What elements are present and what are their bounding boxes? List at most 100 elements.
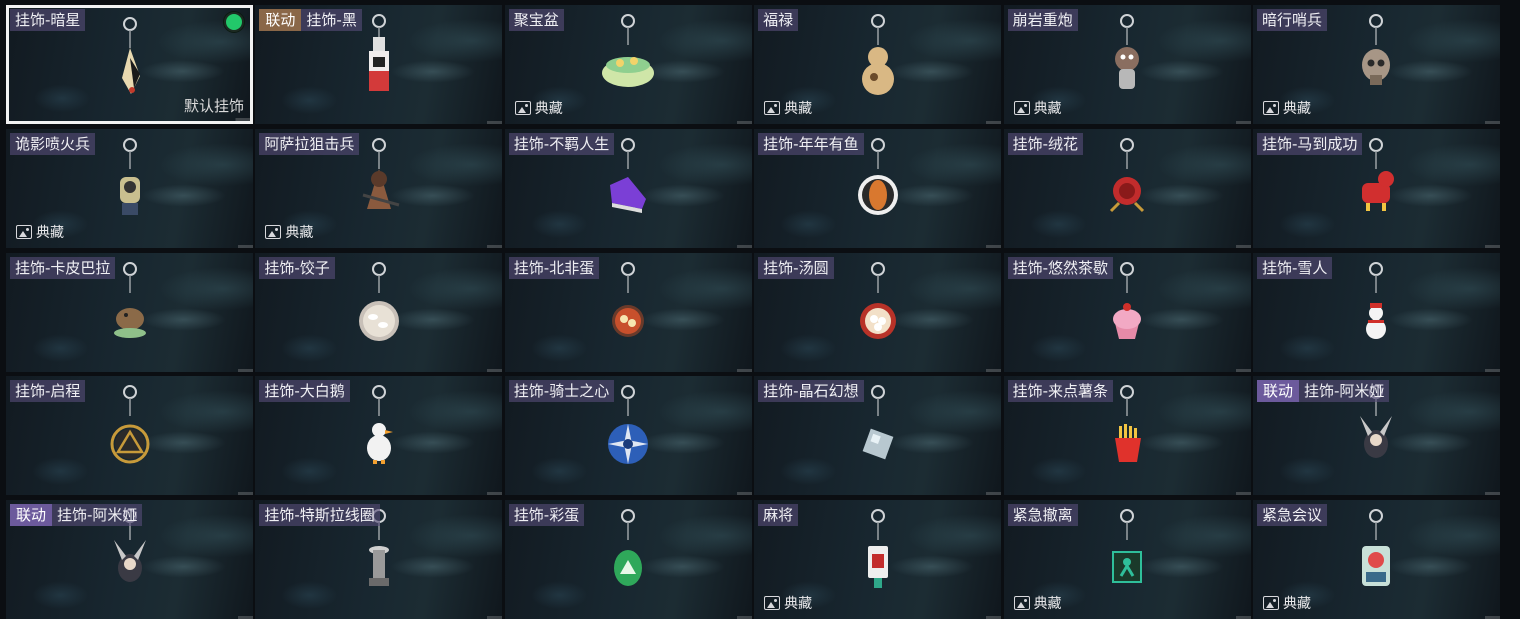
charm-card[interactable]: 紧急会议典藏 (1252, 500, 1500, 619)
collection-badge: 典藏 (1262, 98, 1311, 118)
charm-card[interactable]: 挂饰-雪人 (1252, 252, 1500, 372)
emergency-meeting-charm (1346, 509, 1406, 610)
charm-title: 挂饰-骑士之心 (508, 380, 615, 403)
collection-badge: 典藏 (265, 222, 313, 242)
rock-gunner-charm (1097, 14, 1157, 115)
image-icon (265, 224, 282, 239)
charm-card[interactable]: 挂饰-饺子 (255, 252, 503, 372)
charm-card[interactable]: 挂饰-骑士之心 (504, 376, 752, 496)
charm-name: 挂饰-大白鹅 (259, 380, 350, 403)
rose-charm (1097, 137, 1157, 239)
charm-card[interactable]: 聚宝盆 典藏 (504, 5, 752, 124)
collection-label: 典藏 (36, 224, 64, 241)
charm-title: 挂饰-悠然茶歇 (1007, 256, 1113, 279)
charm-name: 挂饰-彩蛋 (508, 504, 585, 527)
charm-title: 挂饰-马到成功 (1256, 132, 1363, 155)
charm-name: 挂饰-雪人 (1256, 256, 1333, 279)
charm-title: 聚宝盆 (508, 9, 564, 31)
charm-name: 麻将 (758, 504, 799, 527)
charm-title: 挂饰-来点薯条 (1007, 380, 1113, 403)
charm-title: 挂饰-启程 (10, 380, 86, 403)
collection-label: 典藏 (1033, 596, 1062, 613)
charm-card[interactable]: 联动 挂饰-阿米娅 (1252, 376, 1500, 496)
image-icon (1013, 101, 1030, 115)
flamethrower-charm (100, 137, 160, 239)
charm-name: 挂饰-饺子 (259, 256, 335, 279)
collection-badge: 典藏 (764, 593, 812, 613)
charm-title: 联动 挂饰-阿米娅 (1256, 380, 1390, 403)
charm-card[interactable]: 阿萨拉狙击兵典藏 (255, 128, 503, 248)
charm-card[interactable]: 崩岩重炮典藏 (1003, 5, 1251, 124)
charm-card[interactable]: 挂饰-来点薯条 (1003, 376, 1251, 496)
charm-name: 诡影喷火兵 (10, 132, 96, 155)
collection-label: 典藏 (784, 596, 813, 613)
charm-name: 暗行哨兵 (1256, 9, 1327, 31)
collab-badge: 联动 (10, 504, 53, 527)
collection-badge: 典藏 (1013, 98, 1062, 118)
charm-title: 挂饰-彩蛋 (508, 504, 585, 527)
charm-card[interactable]: 挂饰-汤圆 (754, 252, 1002, 372)
charm-card[interactable]: 紧急撤离典藏 (1003, 500, 1251, 619)
image-icon (1262, 101, 1279, 115)
equipped-indicator-icon (224, 12, 244, 32)
charm-card[interactable]: 联动 挂饰-黑 (255, 5, 503, 124)
image-icon (764, 101, 781, 115)
charm-card[interactable]: 挂饰-启程 (6, 376, 253, 496)
charm-name: 阿萨拉狙击兵 (259, 132, 360, 155)
charm-title: 诡影喷火兵 (10, 132, 96, 155)
evac-sign-charm (1097, 509, 1157, 610)
charm-name: 挂饰-来点薯条 (1007, 380, 1113, 403)
easter-egg-charm (598, 509, 658, 610)
default-charm-label: 默认挂饰 (183, 97, 244, 115)
charm-title: 挂饰-暗星 (10, 9, 86, 31)
charm-title: 暗行哨兵 (1256, 9, 1327, 31)
charm-card[interactable]: 挂饰-大白鹅 (255, 376, 503, 496)
collection-label: 典藏 (784, 101, 813, 117)
charm-title: 紧急撤离 (1007, 504, 1078, 527)
charm-name: 挂饰-启程 (10, 380, 86, 403)
charm-card[interactable]: 麻将典藏 (754, 500, 1002, 619)
charm-card[interactable]: 挂饰-不羁人生 (504, 128, 752, 248)
charm-title: 崩岩重炮 (1007, 9, 1078, 31)
charm-card[interactable]: 暗行哨兵典藏 (1252, 5, 1500, 124)
charm-title: 挂饰-北非蛋 (508, 256, 600, 279)
charm-card[interactable]: 挂饰-特斯拉线圈 (255, 500, 503, 619)
charm-name: 崩岩重炮 (1007, 9, 1078, 31)
charm-title: 紧急会议 (1256, 504, 1327, 527)
charm-name: 紧急撤离 (1007, 504, 1078, 527)
charm-card[interactable]: 挂饰-暗星默认挂饰 (6, 5, 253, 124)
collab-badge: 联动 (1256, 380, 1299, 403)
charm-name: 紧急会议 (1256, 504, 1327, 527)
tangyuan-charm (848, 261, 908, 363)
collection-badge: 典藏 (764, 98, 812, 118)
charm-title: 挂饰-大白鹅 (259, 380, 350, 403)
charm-card[interactable]: 挂饰-绒花 (1003, 128, 1251, 248)
charm-card[interactable]: 挂饰-晶石幻想 (754, 376, 1002, 496)
charm-card[interactable]: 挂饰-卡皮巴拉 (6, 252, 253, 372)
charm-grid: 挂饰-暗星 默认挂饰 联动 挂饰-黑 聚宝盆 典藏 福禄 典藏 崩岩重炮 典藏 暗行哨兵 典藏 诡影喷火… (6, 5, 1500, 619)
collection-badge: 典藏 (514, 98, 563, 118)
charm-card[interactable]: 诡影喷火兵 典藏 (6, 128, 253, 248)
charm-title: 挂饰-不羁人生 (508, 132, 615, 155)
charm-title: 福禄 (758, 9, 799, 31)
image-icon (764, 596, 781, 611)
collection-badge: 典藏 (1262, 593, 1311, 613)
collection-label: 典藏 (1282, 596, 1311, 613)
treasure-bowl-charm (598, 14, 658, 115)
charm-card[interactable]: 挂饰-马到成功 (1252, 128, 1500, 248)
charm-title: 挂饰-汤圆 (758, 256, 834, 279)
charm-card[interactable]: 福禄典藏 (754, 5, 1002, 124)
charm-name: 挂饰-汤圆 (758, 256, 834, 279)
collection-badge: 典藏 (16, 222, 64, 242)
charm-card[interactable]: 挂饰-北非蛋 (504, 252, 752, 372)
charm-name: 挂饰-阿米娅 (1298, 380, 1390, 403)
charm-title: 联动 挂饰-黑 (259, 9, 362, 31)
charm-card[interactable]: 挂饰-悠然茶歇 (1003, 252, 1251, 372)
dumpling-charm (349, 261, 409, 363)
collab-badge: 联动 (259, 9, 302, 31)
charm-title: 挂饰-卡皮巴拉 (10, 256, 116, 279)
charm-card[interactable]: 挂饰-彩蛋 (504, 500, 752, 619)
charm-card[interactable]: 挂饰-年年有鱼 (754, 128, 1002, 248)
charm-card[interactable]: 联动 挂饰-阿米娅 (6, 500, 253, 619)
charm-name: 挂饰-卡皮巴拉 (10, 256, 116, 279)
